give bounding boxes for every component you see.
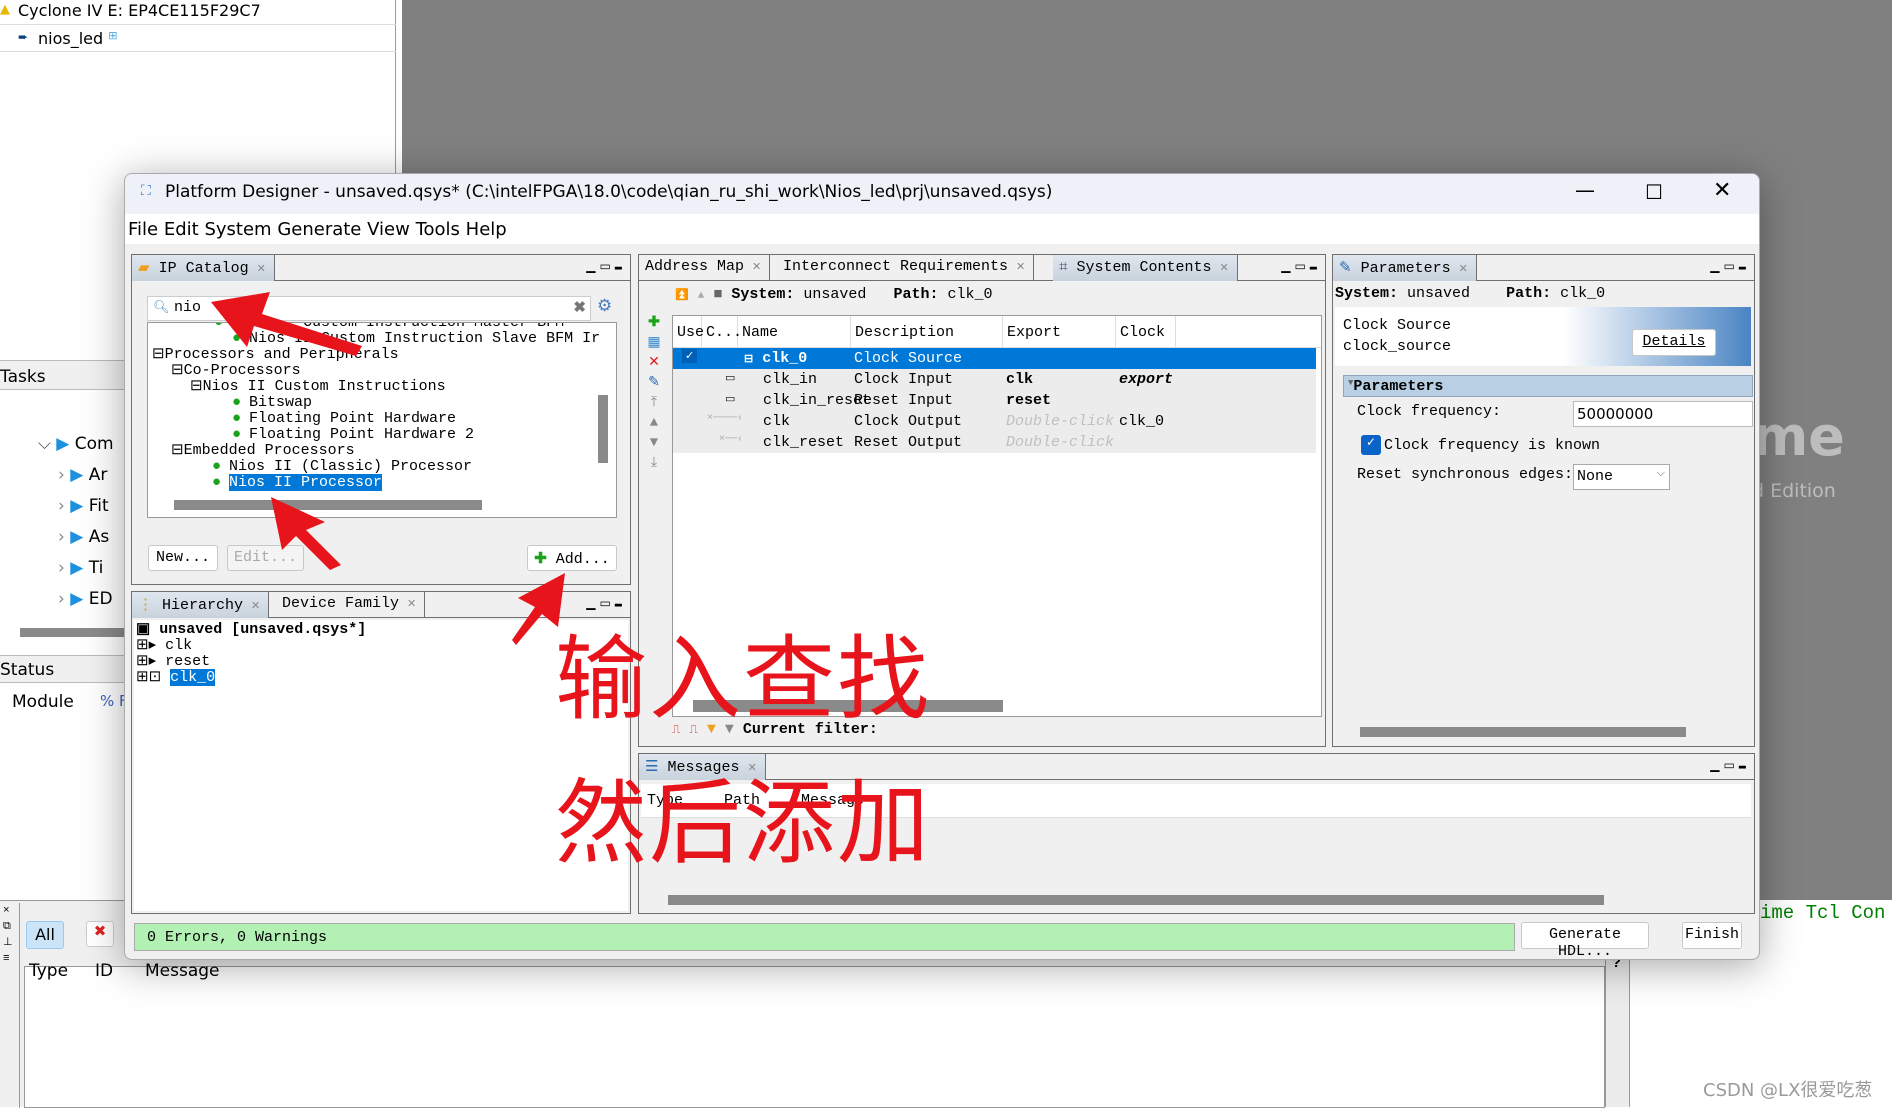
arrow-to-selected-ip-icon [271,497,341,570]
annotation-arrows [211,292,565,645]
watermark: CSDN @LX很爱吃葱 [1703,1080,1873,1101]
annotation-add-text: 然后添加 [555,770,932,877]
annotation-search-text: 输入查找 [555,626,932,733]
arrow-to-search-icon [211,292,362,356]
